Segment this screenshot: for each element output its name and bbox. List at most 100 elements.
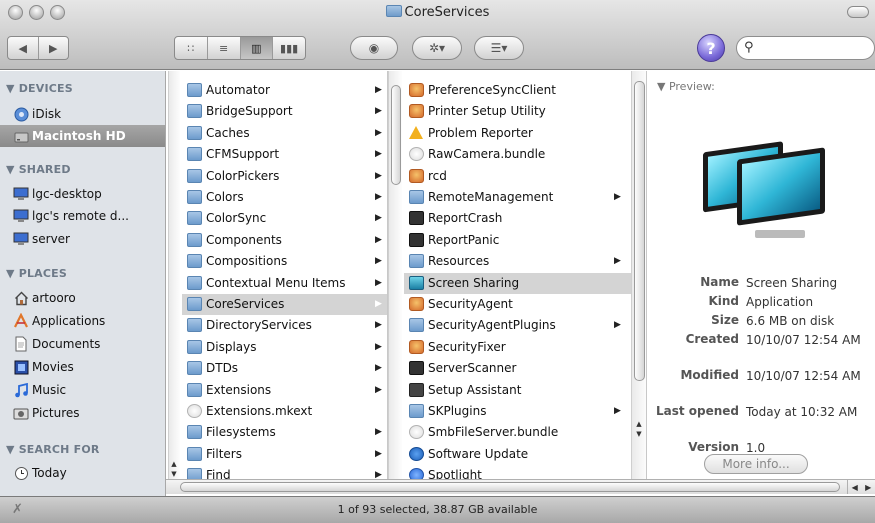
list-item-extensions[interactable]: Extensions ▶ xyxy=(182,380,387,401)
disclosure-arrow-icon: ▶ xyxy=(375,384,382,395)
forward-button[interactable]: ▶ xyxy=(39,37,69,59)
list-item-securityagentplugins[interactable]: SecurityAgentPlugins ▶ xyxy=(404,315,646,336)
list-item-label: SecurityAgentPlugins xyxy=(428,318,556,333)
column-library-scroll-thumb[interactable] xyxy=(391,85,401,185)
disclosure-arrow-icon: ▶ xyxy=(375,427,382,438)
list-item-label: Compositions xyxy=(206,254,288,269)
cover-flow-icon: ▮▮▮ xyxy=(280,41,299,55)
list-item-contextual-menu-items[interactable]: Contextual Menu Items ▶ xyxy=(182,273,387,294)
column-view-icon: ▥ xyxy=(251,41,262,55)
list-item-filters[interactable]: Filters ▶ xyxy=(182,444,387,465)
preview-header: ▼ Preview: xyxy=(657,80,715,93)
disclosure-arrow-icon: ▶ xyxy=(375,127,382,138)
sidebar-item-lgc-remote[interactable]: lgc's remote d... xyxy=(0,205,165,227)
folder-icon xyxy=(187,147,202,162)
list-item-resources[interactable]: Resources ▶ xyxy=(404,251,646,272)
action-button[interactable]: ✲▾ xyxy=(412,36,462,60)
back-button[interactable]: ◀ xyxy=(8,37,39,59)
list-item-label: Displays xyxy=(206,339,257,354)
sidebar-item-movies[interactable]: Movies xyxy=(0,356,165,378)
sidebar-item-documents[interactable]: Documents xyxy=(0,333,165,355)
list-view-button[interactable]: ≡ xyxy=(208,37,241,59)
home-icon xyxy=(13,290,29,306)
column-library-scroll-arrows[interactable]: ▲ ▼ xyxy=(168,459,180,479)
list-item-cfmsupport[interactable]: CFMSupport ▶ xyxy=(182,144,387,165)
list-item-reportcrash[interactable]: ReportCrash xyxy=(404,208,646,229)
column-coreservices-scroll-arrows[interactable]: ▲ ▼ xyxy=(632,419,646,439)
list-item-serverscanner[interactable]: ServerScanner xyxy=(404,358,646,379)
list-item-colors[interactable]: Colors ▶ xyxy=(182,187,387,208)
list-item-rawcamera-bundle[interactable]: RawCamera.bundle xyxy=(404,144,646,165)
list-item-software-update[interactable]: Software Update xyxy=(404,444,646,465)
column-library-scrollbar[interactable] xyxy=(388,71,402,479)
list-item-colorpickers[interactable]: ColorPickers ▶ xyxy=(182,166,387,187)
monitor-icon xyxy=(13,231,29,247)
sidebar-item-idisk[interactable]: iDisk xyxy=(0,103,165,125)
sidebar-item-artooro[interactable]: artooro xyxy=(0,287,165,309)
column-library-scrollbar-left[interactable] xyxy=(168,71,180,479)
list-item-label: Screen Sharing xyxy=(428,275,520,290)
sidebar-item-macintosh-hd[interactable]: Macintosh HD xyxy=(0,125,165,147)
list-item-label: Colors xyxy=(206,190,244,204)
spotlight-icon xyxy=(409,468,424,479)
list-item-smbfileserver-bundle[interactable]: SmbFileServer.bundle xyxy=(404,422,646,443)
list-item-problem-reporter[interactable]: Problem Reporter xyxy=(404,123,646,144)
sidebar-item-today[interactable]: Today xyxy=(0,462,165,484)
list-item-label: Components xyxy=(206,232,282,247)
sidebar-item-lgc-desktop[interactable]: lgc-desktop xyxy=(0,183,165,205)
scroll-left-arrow-icon[interactable]: ◀ xyxy=(852,483,858,492)
list-item-spotlight[interactable]: Spotlight xyxy=(404,465,646,479)
list-item-rcd[interactable]: rcd xyxy=(404,166,646,187)
list-item-screen-sharing[interactable]: Screen Sharing xyxy=(404,272,646,294)
list-item-skplugins[interactable]: SKPlugins ▶ xyxy=(404,401,646,422)
icon-view-button[interactable]: ∷ xyxy=(175,37,208,59)
list-item-components[interactable]: Components ▶ xyxy=(182,230,387,251)
column-view-button[interactable]: ▥ xyxy=(240,37,274,59)
list-item-remotemanagement[interactable]: RemoteManagement ▶ xyxy=(404,187,646,208)
folder-icon xyxy=(187,468,202,479)
list-item-preferencesyncclient[interactable]: PreferenceSyncClient xyxy=(404,80,646,101)
sidebar-item-server[interactable]: server xyxy=(0,228,165,250)
list-item-printer-setup-utility[interactable]: Printer Setup Utility xyxy=(404,101,646,122)
sidebar-item-applications[interactable]: Applications xyxy=(0,310,165,332)
more-info-button[interactable]: More info... xyxy=(704,454,808,474)
column-coreservices-scrollbar[interactable]: ▲ ▼ xyxy=(631,71,646,479)
horizontal-scroll-thumb[interactable] xyxy=(180,482,840,492)
cover-flow-button[interactable]: ▮▮▮ xyxy=(273,37,305,59)
list-item-bridgesupport[interactable]: BridgeSupport ▶ xyxy=(182,101,387,122)
application-icon xyxy=(409,83,424,97)
search-input[interactable] xyxy=(759,40,869,56)
list-item-securityagent[interactable]: SecurityAgent xyxy=(404,294,646,315)
quick-look-button[interactable]: ◉ xyxy=(350,36,398,60)
list-item-coreservices[interactable]: CoreServices ▶ xyxy=(182,294,387,315)
list-item-extensions-mkext[interactable]: Extensions.mkext xyxy=(182,401,387,422)
list-item-colorsync[interactable]: ColorSync ▶ xyxy=(182,208,387,229)
list-item-compositions[interactable]: Compositions ▶ xyxy=(182,251,387,272)
meta-key-created: Created xyxy=(685,332,739,346)
arrange-button[interactable]: ☰▾ xyxy=(474,36,524,60)
sidebar-item-pictures[interactable]: Pictures xyxy=(0,402,165,424)
disclosure-arrow-icon: ▶ xyxy=(375,299,382,309)
software-update-icon xyxy=(409,446,424,461)
list-item-reportpanic[interactable]: ReportPanic xyxy=(404,230,646,251)
search-field[interactable]: ⚲ xyxy=(736,36,875,60)
disclosure-arrow-icon: ▶ xyxy=(375,234,382,245)
list-item-dtds[interactable]: DTDs ▶ xyxy=(182,358,387,379)
column-coreservices-scroll-thumb[interactable] xyxy=(634,81,645,381)
list-item-setup-assistant[interactable]: Setup Assistant xyxy=(404,380,646,401)
disclosure-arrow-icon: ▶ xyxy=(614,192,621,202)
list-item-directoryservices[interactable]: DirectoryServices ▶ xyxy=(182,315,387,336)
sidebar-item-music[interactable]: Music xyxy=(0,379,165,401)
help-button[interactable]: ? xyxy=(697,34,725,62)
list-item-securityfixer[interactable]: SecurityFixer xyxy=(404,337,646,358)
list-item-displays[interactable]: Displays ▶ xyxy=(182,337,387,358)
list-item-filesystems[interactable]: Filesystems ▶ xyxy=(182,422,387,443)
horizontal-scrollbar[interactable]: ◀ ▶ xyxy=(166,479,875,494)
disclosure-arrow-icon: ▶ xyxy=(614,320,621,331)
list-item-find[interactable]: Find ▶ xyxy=(182,465,387,479)
scroll-right-arrow-icon[interactable]: ▶ xyxy=(865,483,871,492)
list-item-automator[interactable]: Automator ▶ xyxy=(182,80,387,101)
list-item-label: ColorSync xyxy=(206,211,267,226)
toolbar-toggle-button[interactable] xyxy=(847,6,869,18)
list-item-caches[interactable]: Caches ▶ xyxy=(182,123,387,144)
